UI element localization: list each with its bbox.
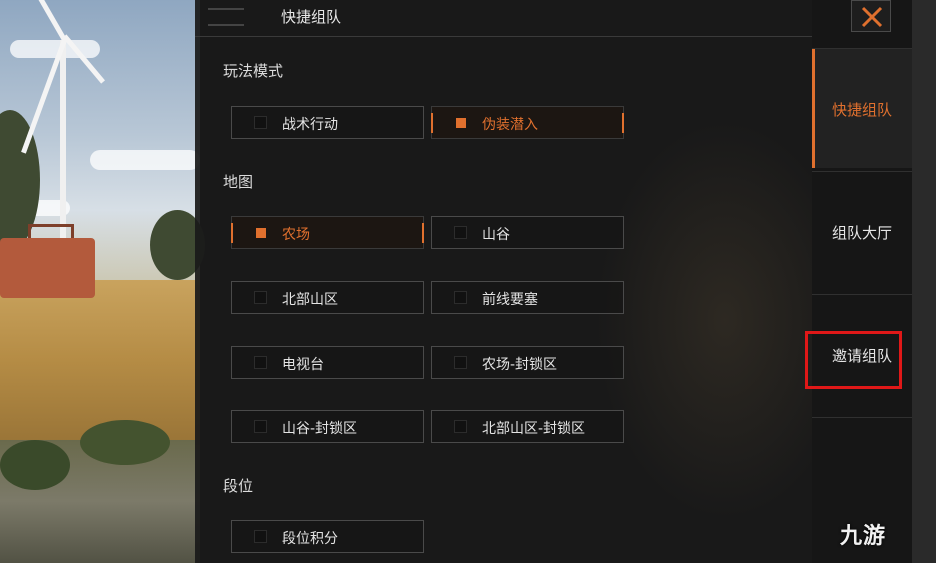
checkbox-icon xyxy=(256,228,266,238)
option-label: 农场 xyxy=(282,227,310,243)
bush xyxy=(80,420,170,465)
tab-label: 快捷组队 xyxy=(831,101,892,119)
option-valley[interactable]: 山谷 xyxy=(431,216,624,249)
option-disguise[interactable]: 伪装潜入 xyxy=(431,106,624,139)
checkbox-icon xyxy=(254,530,267,543)
panel-header: 快捷组队 xyxy=(195,0,812,37)
header-bars-icon xyxy=(208,8,244,26)
section-title-rank: 段位 xyxy=(223,477,254,495)
close-button[interactable] xyxy=(851,0,891,32)
checkbox-icon xyxy=(456,118,466,128)
option-tv-station[interactable]: 电视台 xyxy=(231,346,424,379)
panel-title: 快捷组队 xyxy=(281,8,342,26)
tab-quick-team[interactable]: 快捷组队 xyxy=(812,48,912,168)
option-valley-lockdown[interactable]: 山谷-封锁区 xyxy=(231,410,424,443)
checkbox-icon xyxy=(454,356,467,369)
option-label: 电视台 xyxy=(282,357,324,373)
option-label: 前线要塞 xyxy=(482,292,538,308)
option-frontline-fortress[interactable]: 前线要塞 xyxy=(431,281,624,314)
tab-team-lobby[interactable]: 组队大厅 xyxy=(812,171,912,291)
checkbox-icon xyxy=(254,356,267,369)
checkbox-icon xyxy=(454,291,467,304)
section-title-mode: 玩法模式 xyxy=(223,62,284,80)
checkbox-icon xyxy=(254,291,267,304)
option-label: 伪装潜入 xyxy=(482,117,538,133)
tractor xyxy=(0,238,95,298)
checkbox-icon xyxy=(254,420,267,433)
option-tactical[interactable]: 战术行动 xyxy=(231,106,424,139)
option-label: 北部山区-封锁区 xyxy=(482,421,586,437)
close-icon xyxy=(861,6,883,28)
option-label: 农场-封锁区 xyxy=(482,357,558,373)
option-farm-lockdown[interactable]: 农场-封锁区 xyxy=(431,346,624,379)
option-label: 段位积分 xyxy=(282,531,338,547)
option-north-mountains-lockdown[interactable]: 北部山区-封锁区 xyxy=(431,410,624,443)
checkbox-icon xyxy=(454,420,467,433)
rail-edge xyxy=(912,0,936,563)
section-title-map: 地图 xyxy=(223,173,254,191)
tab-label: 组队大厅 xyxy=(831,224,892,242)
checkbox-icon xyxy=(454,226,467,239)
highlight-box xyxy=(805,331,902,389)
option-label: 山谷-封锁区 xyxy=(282,421,358,437)
option-rank-points[interactable]: 段位积分 xyxy=(231,520,424,553)
option-label: 山谷 xyxy=(482,227,510,243)
option-north-mountains[interactable]: 北部山区 xyxy=(231,281,424,314)
bush xyxy=(0,440,70,490)
option-label: 战术行动 xyxy=(282,117,338,133)
option-farm[interactable]: 农场 xyxy=(231,216,424,249)
checkbox-icon xyxy=(254,116,267,129)
cloud xyxy=(90,150,200,170)
option-label: 北部山区 xyxy=(282,292,338,308)
watermark-logo: 九游 xyxy=(840,524,887,549)
